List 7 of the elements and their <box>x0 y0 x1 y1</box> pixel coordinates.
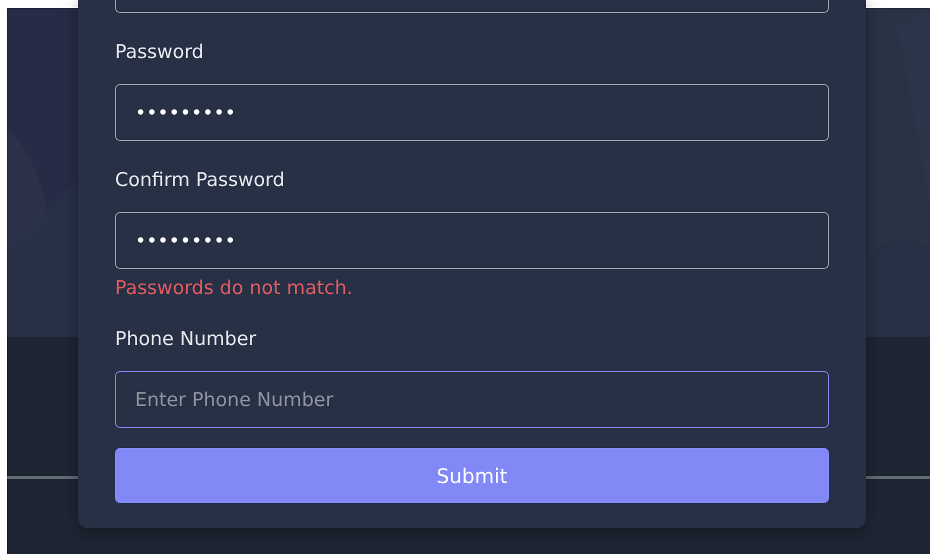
password-field[interactable]: ••••••••• <box>115 212 829 269</box>
field-label: Password <box>115 40 205 64</box>
password-field[interactable]: ••••••••• <box>115 84 829 141</box>
input-field[interactable]: Enter Phone Number <box>115 371 829 428</box>
error-message: Passwords do not match. <box>115 276 354 300</box>
field-label: Confirm Password <box>115 168 286 192</box>
field-label: Phone Number <box>115 327 258 351</box>
